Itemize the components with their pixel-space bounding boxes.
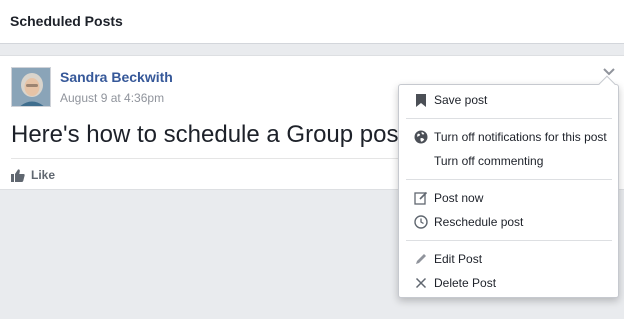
post-author-link[interactable]: Sandra Beckwith bbox=[60, 69, 173, 85]
menu-item-label: Turn off notifications for this post bbox=[434, 130, 607, 144]
menu-item-label: Delete Post bbox=[434, 276, 497, 290]
menu-divider bbox=[406, 240, 612, 241]
post-options-menu: Save post Turn off notifications for thi… bbox=[398, 75, 619, 298]
like-label: Like bbox=[31, 168, 56, 182]
menu-item-turn-off-commenting[interactable]: Turn off commenting bbox=[399, 150, 618, 172]
page-title: Scheduled Posts bbox=[10, 13, 123, 29]
post-timestamp[interactable]: August 9 at 4:36pm bbox=[60, 91, 164, 105]
close-icon bbox=[414, 275, 428, 291]
menu-divider bbox=[406, 118, 612, 119]
avatar-photo bbox=[12, 68, 50, 106]
menu-item-label: Edit Post bbox=[434, 252, 483, 266]
globe-icon bbox=[414, 129, 428, 145]
menu-item-post-now[interactable]: Post now bbox=[399, 187, 618, 209]
thumbs-up-icon bbox=[11, 168, 25, 182]
menu-item-edit-post[interactable]: Edit Post bbox=[399, 248, 618, 270]
menu-item-turn-off-notifications[interactable]: Turn off notifications for this post bbox=[399, 126, 618, 148]
menu-item-delete-post[interactable]: Delete Post bbox=[399, 272, 618, 294]
menu-divider bbox=[406, 179, 612, 180]
page-header: Scheduled Posts bbox=[0, 0, 624, 44]
compose-icon bbox=[414, 190, 428, 206]
menu-item-label: Post now bbox=[434, 191, 484, 205]
menu-item-reschedule-post[interactable]: Reschedule post bbox=[399, 211, 618, 233]
chevron-down-icon[interactable] bbox=[602, 66, 616, 78]
clock-icon bbox=[414, 214, 428, 230]
avatar[interactable] bbox=[11, 67, 51, 107]
menu-item-label: Turn off commenting bbox=[434, 154, 544, 168]
pencil-icon bbox=[414, 251, 428, 267]
like-button[interactable]: Like bbox=[11, 165, 55, 185]
bookmark-icon bbox=[414, 92, 428, 108]
post-text: Here's how to schedule a Group post bbox=[11, 121, 406, 148]
menu-item-label: Save post bbox=[434, 93, 488, 107]
menu-item-save-post[interactable]: Save post bbox=[399, 89, 618, 111]
menu-item-label: Reschedule post bbox=[434, 215, 524, 229]
